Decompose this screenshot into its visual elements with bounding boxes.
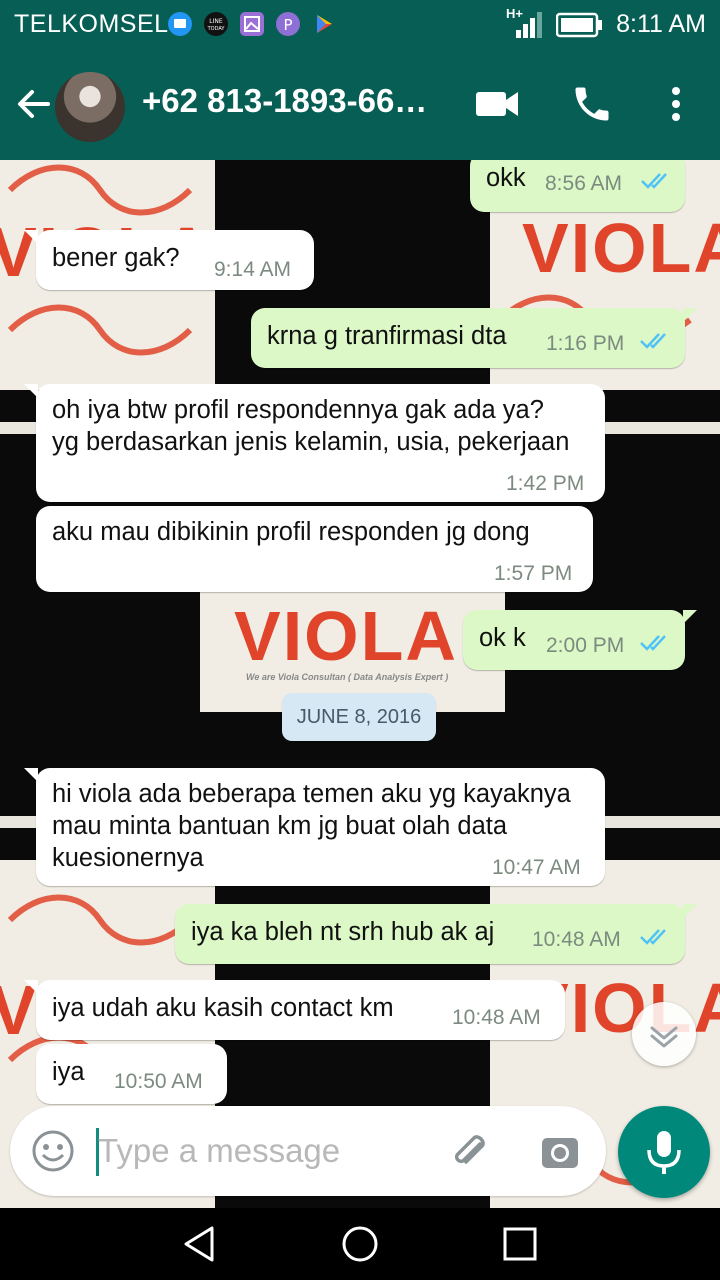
read-ticks-icon xyxy=(641,173,667,189)
message-icon xyxy=(168,12,192,36)
message-text: iya ka bleh nt srh hub ak aj xyxy=(191,918,495,946)
message-text: aku mau dibikinin profil responden jg do… xyxy=(52,518,530,546)
system-nav-bar xyxy=(0,1208,720,1280)
message-bubble-incoming[interactable]: oh iya btw profil respondennya gak ada y… xyxy=(24,384,605,502)
chevron-down-icon xyxy=(650,1026,678,1048)
nav-back-icon[interactable] xyxy=(180,1224,220,1269)
mic-button[interactable] xyxy=(618,1106,710,1198)
svg-text:P: P xyxy=(283,16,292,34)
message-time: 2:00 PM xyxy=(546,634,625,657)
camera-icon[interactable] xyxy=(538,1130,582,1179)
message-composer[interactable]: Type a message xyxy=(10,1106,606,1196)
nav-home-icon[interactable] xyxy=(340,1224,380,1269)
p-app-icon: P xyxy=(276,12,300,36)
read-ticks-icon xyxy=(640,929,666,945)
message-bubble-incoming[interactable]: iya udah aku kasih contact km 10:48 AM xyxy=(24,980,565,1040)
message-bubble-incoming[interactable]: aku mau dibikinin profil responden jg do… xyxy=(36,506,593,592)
attach-icon[interactable] xyxy=(450,1130,494,1179)
message-text: iya udah aku kasih contact km xyxy=(52,994,394,1022)
more-options-icon[interactable] xyxy=(662,84,690,129)
message-time: 1:42 PM xyxy=(506,472,585,495)
message-time: 10:47 AM xyxy=(492,856,581,879)
message-text: oh iya btw profil respondennya gak ada y… xyxy=(52,396,570,456)
avatar[interactable] xyxy=(55,72,125,142)
svg-text:LINE: LINE xyxy=(209,18,223,25)
battery-icon xyxy=(555,12,604,43)
message-text: okk xyxy=(486,164,526,192)
wallpaper-tagline: We are Viola Consultan ( Data Analysis E… xyxy=(246,672,449,682)
message-time: 1:57 PM xyxy=(494,562,573,585)
message-time: 10:48 AM xyxy=(452,1006,541,1029)
message-text: bener gak? xyxy=(52,244,180,272)
gallery-icon xyxy=(240,12,264,36)
read-ticks-icon xyxy=(640,635,666,651)
chat-header: +62 813-1893-66… xyxy=(0,48,720,160)
message-time: 1:16 PM xyxy=(546,332,625,355)
message-time: 8:56 AM xyxy=(545,172,623,195)
message-bubble-outgoing[interactable]: iya ka bleh nt srh hub ak aj 10:48 AM xyxy=(175,904,697,964)
message-bubble-outgoing[interactable]: krna g tranfirmasi dta 1:16 PM xyxy=(251,308,697,368)
nav-recents-icon[interactable] xyxy=(500,1224,540,1269)
message-bubble-incoming[interactable]: bener gak? 9:14 AM xyxy=(24,230,314,290)
microphone-icon xyxy=(647,1131,681,1174)
phone-call-icon[interactable] xyxy=(570,82,614,131)
message-bubble-incoming[interactable]: hi viola ada beberapa temen aku yg kayak… xyxy=(24,768,605,886)
emoji-icon[interactable] xyxy=(30,1128,76,1179)
status-bar: TELKOMSEL LINE TODAY P H+ 8:11 AM xyxy=(0,0,720,48)
video-call-icon[interactable] xyxy=(474,86,520,127)
wallpaper-logo-3: VIOLA xyxy=(234,597,458,675)
message-time: 9:14 AM xyxy=(214,258,292,281)
carrier-name: TELKOMSEL xyxy=(14,10,169,38)
svg-text:TODAY: TODAY xyxy=(207,26,226,32)
signal-icon xyxy=(510,10,546,43)
message-time: 10:48 AM xyxy=(532,928,621,951)
read-ticks-icon xyxy=(640,333,666,349)
play-store-icon xyxy=(312,12,336,36)
date-chip: JUNE 8, 2016 xyxy=(282,693,436,741)
message-input[interactable]: Type a message xyxy=(98,1132,340,1170)
message-text: ok k xyxy=(479,624,526,652)
message-bubble-outgoing[interactable]: ok k 2:00 PM xyxy=(463,610,697,670)
message-text: krna g tranfirmasi dta xyxy=(267,322,507,350)
back-arrow-icon[interactable] xyxy=(14,84,54,129)
scroll-down-button[interactable] xyxy=(632,1002,696,1066)
message-text: iya xyxy=(52,1058,85,1086)
line-today-icon: LINE TODAY xyxy=(204,12,228,36)
contact-title[interactable]: +62 813-1893-66… xyxy=(142,82,427,120)
wallpaper-logo-1: VIOLA xyxy=(522,209,720,287)
message-time: 10:50 AM xyxy=(114,1070,203,1093)
message-bubble-incoming[interactable]: iya 10:50 AM xyxy=(36,1044,227,1104)
message-bubble-outgoing[interactable]: okk 8:56 AM xyxy=(470,160,685,212)
chat-area[interactable]: VIOLA VIOLA VIOLA We are Viola Consultan… xyxy=(0,160,720,1208)
status-clock: 8:11 AM xyxy=(616,10,706,38)
